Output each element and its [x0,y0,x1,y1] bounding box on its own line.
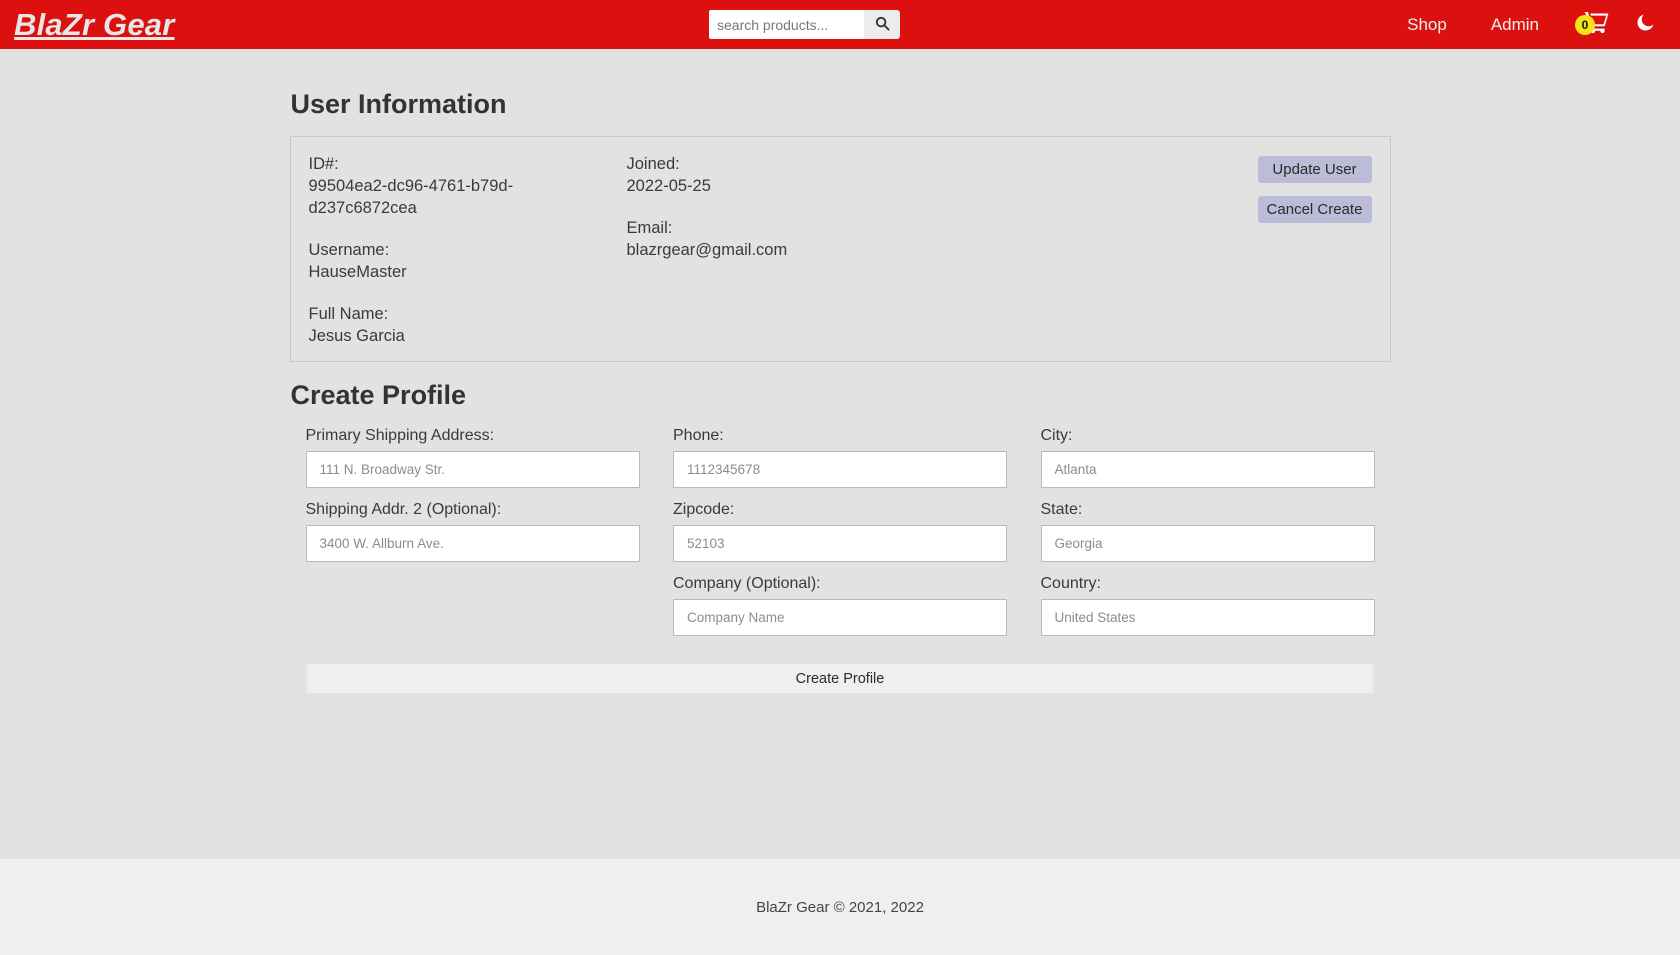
field-phone: Phone: [673,427,1007,488]
nav-link-shop[interactable]: Shop [1385,0,1469,49]
search-icon [875,16,890,34]
input-zipcode[interactable] [673,525,1007,562]
input-shipping-address-2[interactable] [305,525,640,562]
grid-gap-2 [1007,427,1041,501]
email-value: blazrgear@gmail.com [626,241,788,259]
content-container: User Information ID#: 99504ea2-dc96-4761… [289,89,1391,694]
cancel-create-button[interactable]: Cancel Create [1257,196,1372,223]
input-state[interactable] [1040,525,1375,562]
user-id-label: ID#: [308,155,339,173]
page-body: User Information ID#: 99504ea2-dc96-4761… [0,49,1680,859]
create-profile-button[interactable]: Create Profile [306,663,1374,694]
cart-button[interactable]: 0 [1561,10,1625,39]
user-info-column-left: ID#: 99504ea2-dc96-4761-b79d-d237c6872ce… [301,153,619,347]
joined-value: 2022-05-25 [626,177,711,195]
grid-gap-7 [1007,575,1041,649]
navbar-right-group: Shop Admin 0 [1385,0,1662,49]
create-profile-form: Primary Shipping Address: Phone: City: S… [290,427,1391,694]
field-country: Country: [1040,575,1375,636]
brand-logo[interactable]: BlaZr Gear [14,9,175,40]
search-form [709,10,900,39]
joined-label: Joined: [626,155,680,173]
field-company: Company (Optional): [673,575,1007,636]
search-button[interactable] [864,10,900,39]
grid-gap-3 [640,501,674,575]
top-navbar: BlaZr Gear Shop Admin 0 [0,0,1680,49]
input-city[interactable] [1040,451,1375,488]
page-footer: BlaZr Gear © 2021, 2022 [0,859,1680,955]
user-information-card: ID#: 99504ea2-dc96-4761-b79d-d237c6872ce… [289,136,1391,362]
label-state: State: [1040,501,1083,518]
username-value: HauseMaster [308,263,407,281]
label-shipping-address-2: Shipping Addr. 2 (Optional): [305,501,502,518]
label-country: Country: [1040,575,1101,592]
search-input[interactable] [709,10,864,39]
cart-count-badge: 0 [1575,15,1595,35]
username-label: Username: [308,241,390,259]
fullname-value: Jesus Garcia [308,327,405,345]
label-company: Company (Optional): [673,575,821,592]
footer-copyright: BlaZr Gear © 2021, 2022 [756,898,924,916]
fullname-label: Full Name: [308,305,389,323]
create-profile-grid: Primary Shipping Address: Phone: City: S… [305,427,1375,649]
input-phone[interactable] [673,451,1007,488]
field-primary-shipping-address: Primary Shipping Address: [305,427,640,488]
label-primary-shipping-address: Primary Shipping Address: [305,427,495,444]
user-information-title: User Information [290,89,507,119]
grid-gap-6 [640,575,674,649]
label-phone: Phone: [673,427,724,444]
moon-icon [1635,12,1656,38]
field-state: State: [1040,501,1375,562]
user-info-column-middle: Joined: 2022-05-25 Email: blazrgear@gmai… [619,153,1049,347]
label-city: City: [1040,427,1073,444]
field-shipping-address-2: Shipping Addr. 2 (Optional): [305,501,640,562]
create-profile-title: Create Profile [290,380,467,410]
grid-gap-4 [1007,501,1041,575]
input-country[interactable] [1040,599,1375,636]
email-label: Email: [626,219,673,237]
input-primary-shipping-address[interactable] [305,451,640,488]
grid-gap-1 [640,427,674,501]
theme-toggle-button[interactable] [1625,12,1662,38]
nav-link-admin[interactable]: Admin [1469,0,1561,49]
user-id-value: 99504ea2-dc96-4761-b79d-d237c6872cea [308,177,514,217]
update-user-button[interactable]: Update User [1257,156,1372,183]
field-city: City: [1040,427,1375,488]
label-zipcode: Zipcode: [673,501,735,518]
input-company[interactable] [673,599,1007,636]
field-zipcode: Zipcode: [673,501,1007,562]
user-info-actions: Update User Cancel Create [1049,153,1380,347]
grid-gap-5 [306,575,640,649]
